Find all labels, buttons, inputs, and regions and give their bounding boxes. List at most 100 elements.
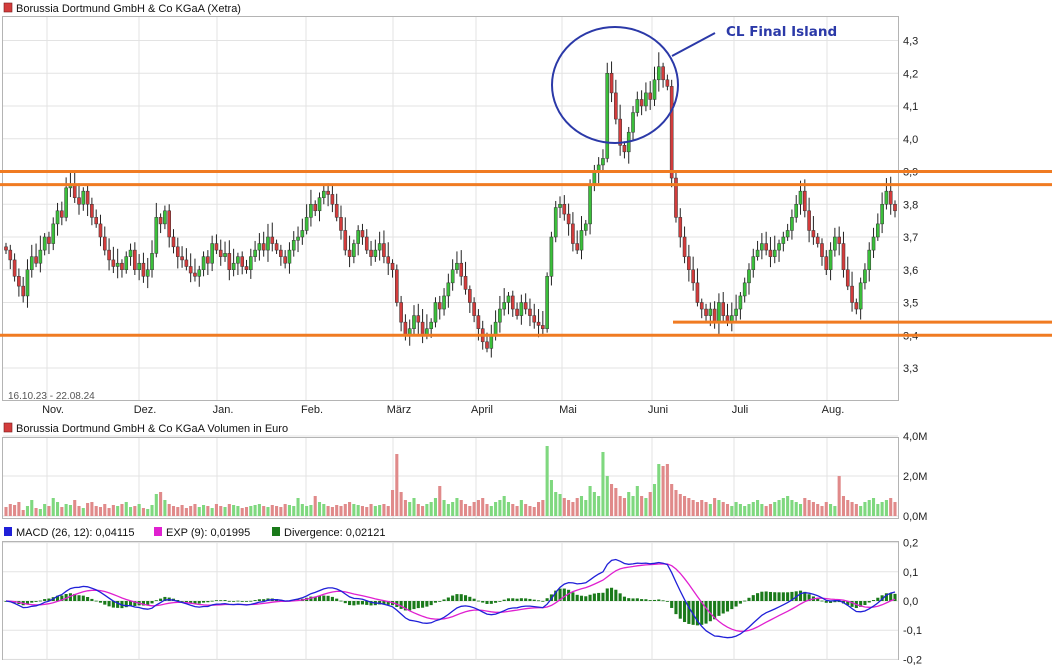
macd-y-tick-label: 0,0 — [903, 596, 918, 608]
candle-body — [291, 240, 296, 251]
divergence-bar — [90, 598, 94, 601]
divergence-bar — [451, 595, 455, 601]
volume-bar — [519, 500, 523, 516]
divergence-bar — [476, 600, 480, 602]
candle-body — [515, 308, 519, 316]
candle-body — [197, 269, 202, 277]
candle-body — [356, 230, 360, 244]
divergence-bar — [734, 601, 738, 607]
volume-bar — [13, 505, 17, 516]
volume-bar — [489, 506, 493, 516]
volume-bar — [244, 507, 249, 516]
candle-body — [803, 190, 807, 212]
divergence-bar — [442, 599, 446, 601]
volume-bar — [841, 496, 846, 516]
volume-bar — [124, 502, 128, 516]
volume-bar — [506, 502, 511, 516]
divergence-bar — [210, 600, 214, 602]
divergence-bar — [601, 592, 605, 601]
price-y-tick-label: 3,7 — [903, 232, 918, 244]
x-tick-label: Jan. — [213, 404, 234, 416]
volume-bar — [584, 500, 588, 516]
candle-body — [644, 92, 648, 107]
divergence-bar — [867, 601, 871, 603]
macd-panel: MACD (26, 12): 0,04115 EXP (9): 0,01995 … — [2, 527, 922, 666]
volume-bar — [55, 502, 60, 516]
volume-bar — [463, 504, 468, 516]
divergence-bar — [43, 599, 47, 601]
macd-y-tick-label: -0,2 — [903, 654, 922, 666]
divergence-bar — [227, 600, 231, 602]
candle-body — [442, 295, 446, 310]
divergence-bar — [644, 599, 648, 601]
volume-bar — [794, 502, 798, 516]
volume-bar — [163, 500, 167, 516]
volume-bar — [159, 492, 163, 516]
candle-body — [833, 236, 837, 251]
divergence-bar — [412, 601, 416, 610]
candle-body — [506, 295, 511, 303]
divergence-bar — [494, 601, 498, 603]
candle-body — [184, 259, 189, 267]
divergence-bar — [571, 592, 575, 601]
candle-body — [583, 223, 588, 231]
volume-bar — [17, 502, 21, 516]
divergence-bar — [683, 601, 687, 623]
volume-bar — [116, 506, 120, 516]
volume-y-tick-label: 0,0M — [903, 511, 927, 523]
candle-body — [614, 92, 618, 120]
divergence-bar — [665, 601, 669, 602]
volume-bar — [670, 484, 674, 516]
candle-body — [38, 249, 43, 264]
candle-body — [81, 190, 86, 205]
candle-body — [274, 243, 279, 251]
volume-bar — [884, 500, 888, 516]
divergence-bar — [34, 601, 38, 602]
volume-bar — [317, 502, 322, 516]
volume-bar — [734, 502, 738, 516]
divergence-bar — [575, 594, 579, 601]
volume-bar — [867, 500, 871, 516]
candle-body — [755, 249, 760, 257]
candle-body — [721, 302, 726, 316]
divergence-bar — [648, 600, 652, 601]
candle-body — [343, 230, 348, 251]
volume-bar — [348, 502, 352, 516]
candle-body — [592, 171, 597, 185]
divergence-bar — [77, 595, 81, 601]
volume-bar — [468, 506, 472, 516]
volume-bar — [184, 508, 188, 516]
divergence-bar — [159, 598, 163, 601]
candle-body — [699, 302, 704, 310]
divergence-bar — [107, 601, 111, 607]
price-legend-swatch — [3, 2, 13, 13]
price-y-tick-label: 3,6 — [903, 265, 918, 277]
candle-body — [98, 223, 103, 238]
candle-body — [888, 190, 893, 205]
candle-body — [115, 262, 120, 267]
candle-body — [133, 249, 137, 271]
volume-bar — [622, 498, 626, 516]
volume-bar — [618, 496, 622, 516]
candle-body — [296, 236, 300, 241]
volume-bar — [524, 504, 528, 516]
divergence-bar — [618, 593, 622, 601]
candle-body — [777, 243, 781, 251]
candle-body — [858, 282, 863, 310]
candle-body — [884, 190, 889, 205]
candle-body — [287, 249, 292, 264]
macd-y-tick-label: -0,1 — [903, 625, 922, 637]
macd-legend-swatch — [4, 527, 12, 536]
divergence-bar — [820, 600, 824, 602]
volume-bar — [206, 506, 210, 516]
divergence-bar — [236, 600, 240, 602]
volume-bar — [807, 500, 811, 516]
volume-bar — [408, 502, 412, 516]
candle-body — [163, 210, 167, 225]
divergence-bar — [408, 601, 412, 611]
candle-body — [687, 256, 691, 270]
divergence-bar — [579, 595, 584, 601]
candle-body — [807, 210, 811, 231]
volume-bar — [30, 500, 34, 516]
candle-body — [309, 204, 313, 218]
